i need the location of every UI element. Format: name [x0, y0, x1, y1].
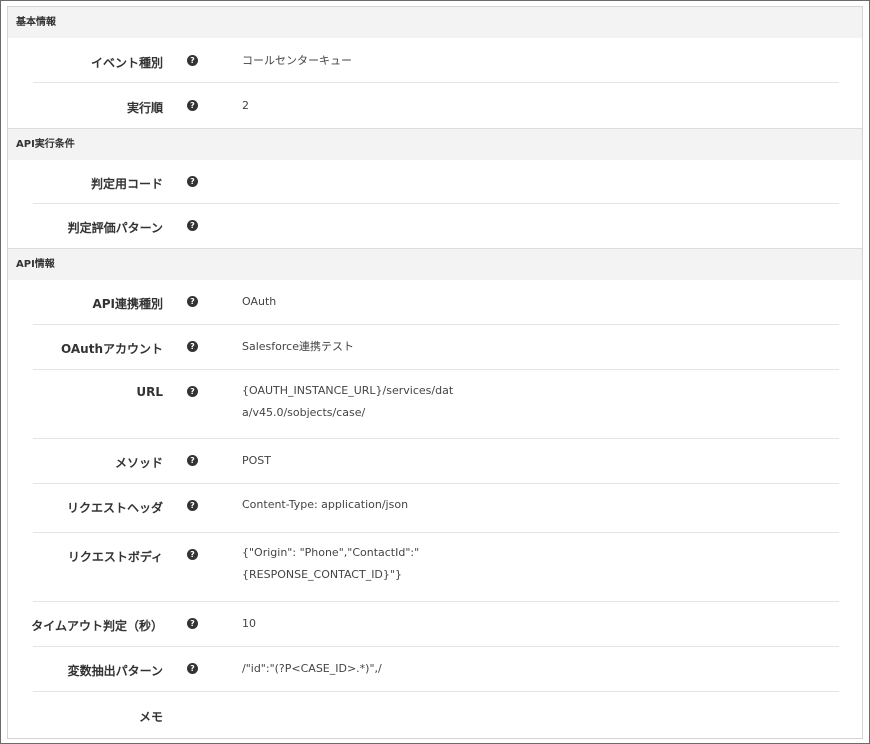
field-value-line: 2 — [242, 99, 249, 112]
field-label: タイムアウト判定（秒） — [31, 619, 163, 633]
detail-row-oauth-account: OAuthアカウント ? Salesforce連携テスト — [33, 325, 839, 370]
help-icon[interactable]: ? — [187, 220, 198, 231]
field-label: リクエストヘッダ — [66, 501, 163, 515]
field-value: 10 — [242, 613, 256, 635]
detail-panel: 基本情報 イベント種別 ? コールセンターキュー 実行順 ? 2 API実行条件… — [7, 6, 863, 739]
field-label: URL — [136, 385, 163, 399]
detail-row-api-type: API連携種別 ? OAuth — [33, 280, 839, 325]
help-icon[interactable]: ? — [187, 176, 198, 187]
field-value-line: Content-Type: application/json — [242, 498, 409, 511]
field-value-line: POST — [242, 454, 271, 467]
window-frame: 基本情報 イベント種別 ? コールセンターキュー 実行順 ? 2 API実行条件… — [0, 0, 870, 744]
field-label: API連携種別 — [92, 297, 163, 311]
help-icon[interactable]: ? — [187, 549, 198, 560]
field-value-line: {RESPONSE_CONTACT_ID}"} — [242, 568, 402, 581]
detail-row-url: URL ? {OAUTH_INSTANCE_URL}/services/dat … — [33, 370, 839, 439]
field-label: 実行順 — [126, 101, 163, 115]
detail-row-timeout: タイムアウト判定（秒） ? 10 — [31, 602, 839, 647]
section-title: API実行条件 — [16, 139, 75, 150]
field-value: コールセンターキュー — [242, 50, 352, 72]
field-value: /"id":"(?P<CASE_ID>.*)",/ — [242, 658, 382, 680]
detail-row-request-header: リクエストヘッダ ? Content-Type: application/jso… — [33, 484, 839, 533]
help-icon[interactable]: ? — [187, 296, 198, 307]
field-label: リクエストボディ — [67, 550, 163, 564]
detail-row-method: メソッド ? POST — [33, 439, 839, 484]
detail-row-event-type: イベント種別 ? コールセンターキュー — [33, 38, 839, 83]
field-value-line: 10 — [242, 617, 256, 630]
detail-row-judge-code: 判定用コード ? — [33, 160, 839, 204]
field-value: {"Origin": "Phone","ContactId":" {RESPON… — [242, 542, 419, 586]
help-icon[interactable]: ? — [187, 100, 198, 111]
field-value: {OAUTH_INSTANCE_URL}/services/dat a/v45.… — [242, 380, 453, 424]
field-label: 変数抽出パターン — [67, 664, 163, 678]
detail-row-extract-pattern: 変数抽出パターン ? /"id":"(?P<CASE_ID>.*)",/ — [33, 647, 839, 692]
field-label: OAuthアカウント — [61, 342, 163, 356]
help-icon[interactable]: ? — [187, 663, 198, 674]
section-header-api-conditions: API実行条件 — [8, 128, 862, 160]
detail-row-request-body: リクエストボディ ? {"Origin": "Phone","ContactId… — [33, 533, 839, 602]
field-value-line: {OAUTH_INSTANCE_URL}/services/dat — [242, 384, 454, 397]
section-title: 基本情報 — [16, 17, 56, 28]
detail-row-judge-pattern: 判定評価パターン ? — [33, 204, 839, 248]
field-value: 2 — [242, 95, 249, 117]
field-label: メソッド — [114, 456, 163, 470]
section-header-basic: 基本情報 — [8, 7, 862, 38]
field-value: OAuth — [242, 291, 276, 313]
field-label: メモ — [138, 710, 163, 724]
help-icon[interactable]: ? — [187, 55, 198, 66]
field-value-line: コールセンターキュー — [242, 54, 352, 67]
field-value: POST — [242, 450, 271, 472]
field-label: 判定評価パターン — [67, 221, 163, 235]
section-header-api-info: API情報 — [8, 248, 862, 280]
field-value: Content-Type: application/json — [242, 494, 408, 516]
section-title: API情報 — [16, 259, 55, 270]
help-icon[interactable]: ? — [187, 455, 198, 466]
detail-row-memo: メモ — [33, 692, 839, 738]
field-value: Salesforce連携テスト — [242, 336, 354, 358]
field-value-line: a/v45.0/sobjects/case/ — [242, 406, 366, 419]
help-icon[interactable]: ? — [187, 500, 198, 511]
field-value-line: /"id":"(?P<CASE_ID>.*)",/ — [242, 662, 382, 675]
help-icon[interactable]: ? — [187, 386, 198, 397]
field-label: イベント種別 — [90, 56, 163, 70]
help-icon[interactable]: ? — [187, 618, 198, 629]
field-value-line: OAuth — [242, 295, 277, 308]
detail-row-exec-order: 実行順 ? 2 — [33, 83, 839, 128]
field-label: 判定用コード — [90, 177, 163, 191]
field-value-line: {"Origin": "Phone","ContactId":" — [242, 546, 420, 559]
help-icon[interactable]: ? — [187, 341, 198, 352]
field-value-line: Salesforce連携テスト — [242, 340, 354, 353]
